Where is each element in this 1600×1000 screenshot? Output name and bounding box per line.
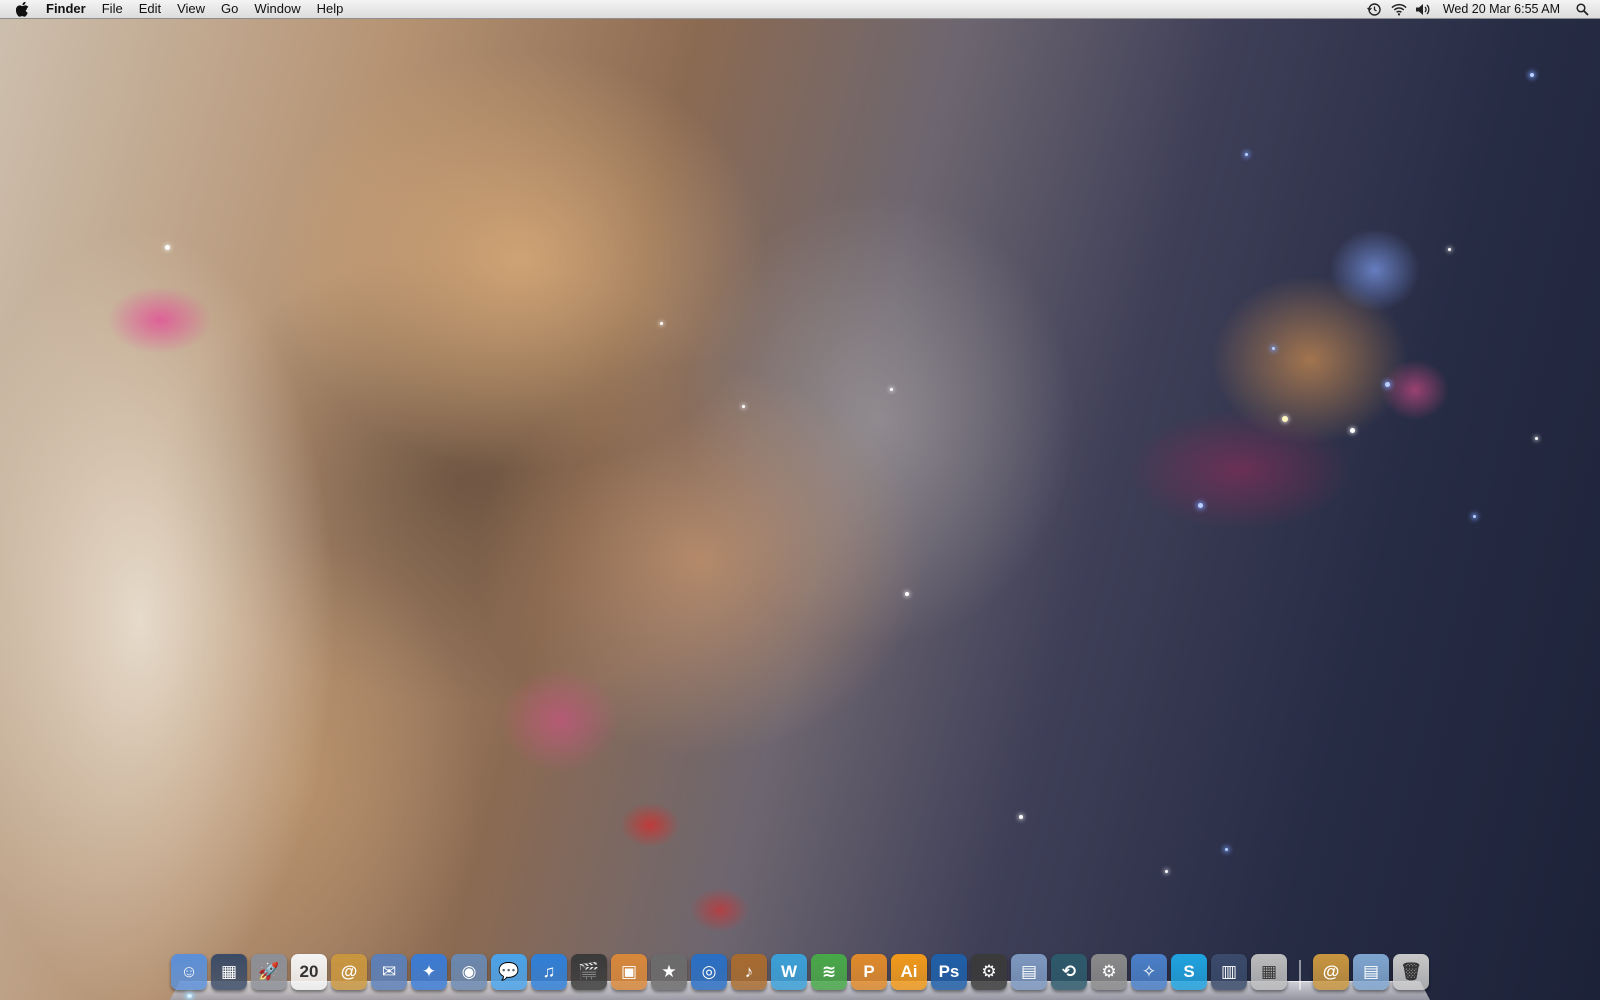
photoshop-icon[interactable]: Ps: [931, 954, 967, 990]
apple-menu-icon[interactable]: [14, 1, 30, 17]
calculator-icon[interactable]: ▦: [1251, 954, 1287, 990]
numbers-icon[interactable]: ≋: [811, 954, 847, 990]
system-preferences-icon[interactable]: ⚙: [1091, 954, 1127, 990]
photo-booth-icon[interactable]: ◉: [451, 954, 487, 990]
messages-icon[interactable]: 💬: [491, 954, 527, 990]
spotlight-search-icon[interactable]: [1574, 1, 1590, 17]
menu-go[interactable]: Go: [213, 0, 246, 18]
star-icon[interactable]: ★: [651, 954, 687, 990]
aperture-icon[interactable]: ⚙: [971, 954, 1007, 990]
desktop: Finder File Edit View Go Window Help Wed…: [0, 0, 1600, 1000]
launchpad-icon[interactable]: 🚀: [251, 954, 287, 990]
dashboard-icon[interactable]: ✧: [1131, 954, 1167, 990]
safari-icon[interactable]: ✦: [411, 954, 447, 990]
menu-window[interactable]: Window: [246, 0, 308, 18]
contacts-icon[interactable]: @: [331, 954, 367, 990]
menu-edit[interactable]: Edit: [131, 0, 169, 18]
finder-icon[interactable]: ☺: [171, 954, 207, 998]
dock: ☺ ▦ 🚀 20 @ ✉ ✦ ◉ 💬 ♫ 🎬 ▣ ★ ◎ ♪ W ≋ P Ai Ps ⚙ ▤ ⟲ ⚙ ✧ S ▥ ▦ @ ▤ 🗑: [170, 944, 1430, 1000]
preview-icon[interactable]: ✉: [371, 954, 407, 990]
imovie-icon[interactable]: 🎬: [571, 954, 607, 990]
menu-view[interactable]: View: [169, 0, 213, 18]
time-machine-icon[interactable]: ⟲: [1051, 954, 1087, 990]
iweb-icon[interactable]: W: [771, 954, 807, 990]
mission-control-icon[interactable]: ▦: [211, 954, 247, 990]
menu-file[interactable]: File: [94, 0, 131, 18]
pages-icon[interactable]: P: [851, 954, 887, 990]
volume-icon[interactable]: [1415, 1, 1431, 17]
applications-folder-icon[interactable]: @: [1313, 954, 1349, 990]
downloads-folder-icon[interactable]: ▤: [1353, 954, 1389, 990]
menu-app-finder[interactable]: Finder: [42, 0, 94, 18]
preview-files-icon[interactable]: ▤: [1011, 954, 1047, 990]
piano-icon[interactable]: ▥: [1211, 954, 1247, 990]
dock-icons: ☺ ▦ 🚀 20 @ ✉ ✦ ◉ 💬 ♫ 🎬 ▣ ★ ◎ ♪ W ≋ P Ai Ps ⚙ ▤ ⟲ ⚙ ✧ S ▥ ▦ @ ▤ 🗑: [170, 950, 1430, 998]
wifi-icon[interactable]: [1391, 1, 1407, 17]
idvd-icon[interactable]: ◎: [691, 954, 727, 990]
garageband-icon[interactable]: ♪: [731, 954, 767, 990]
wallpaper-stars: [0, 0, 1600, 1000]
menu-help[interactable]: Help: [309, 0, 352, 18]
menu-extras: Wed 20 Mar 6:55 AM: [1363, 0, 1600, 18]
illustrator-icon[interactable]: Ai: [891, 954, 927, 990]
itunes-icon[interactable]: ♫: [531, 954, 567, 990]
menu-clock[interactable]: Wed 20 Mar 6:55 AM: [1435, 2, 1570, 16]
dock-separator[interactable]: [1299, 960, 1301, 990]
running-indicator: [187, 994, 192, 998]
iphoto-icon[interactable]: ▣: [611, 954, 647, 990]
trash-icon[interactable]: 🗑: [1393, 954, 1429, 990]
time-machine-icon[interactable]: [1367, 1, 1383, 17]
menu-bar: Finder File Edit View Go Window Help Wed…: [0, 0, 1600, 19]
calendar-icon[interactable]: 20: [291, 954, 327, 990]
skype-icon[interactable]: S: [1171, 954, 1207, 990]
